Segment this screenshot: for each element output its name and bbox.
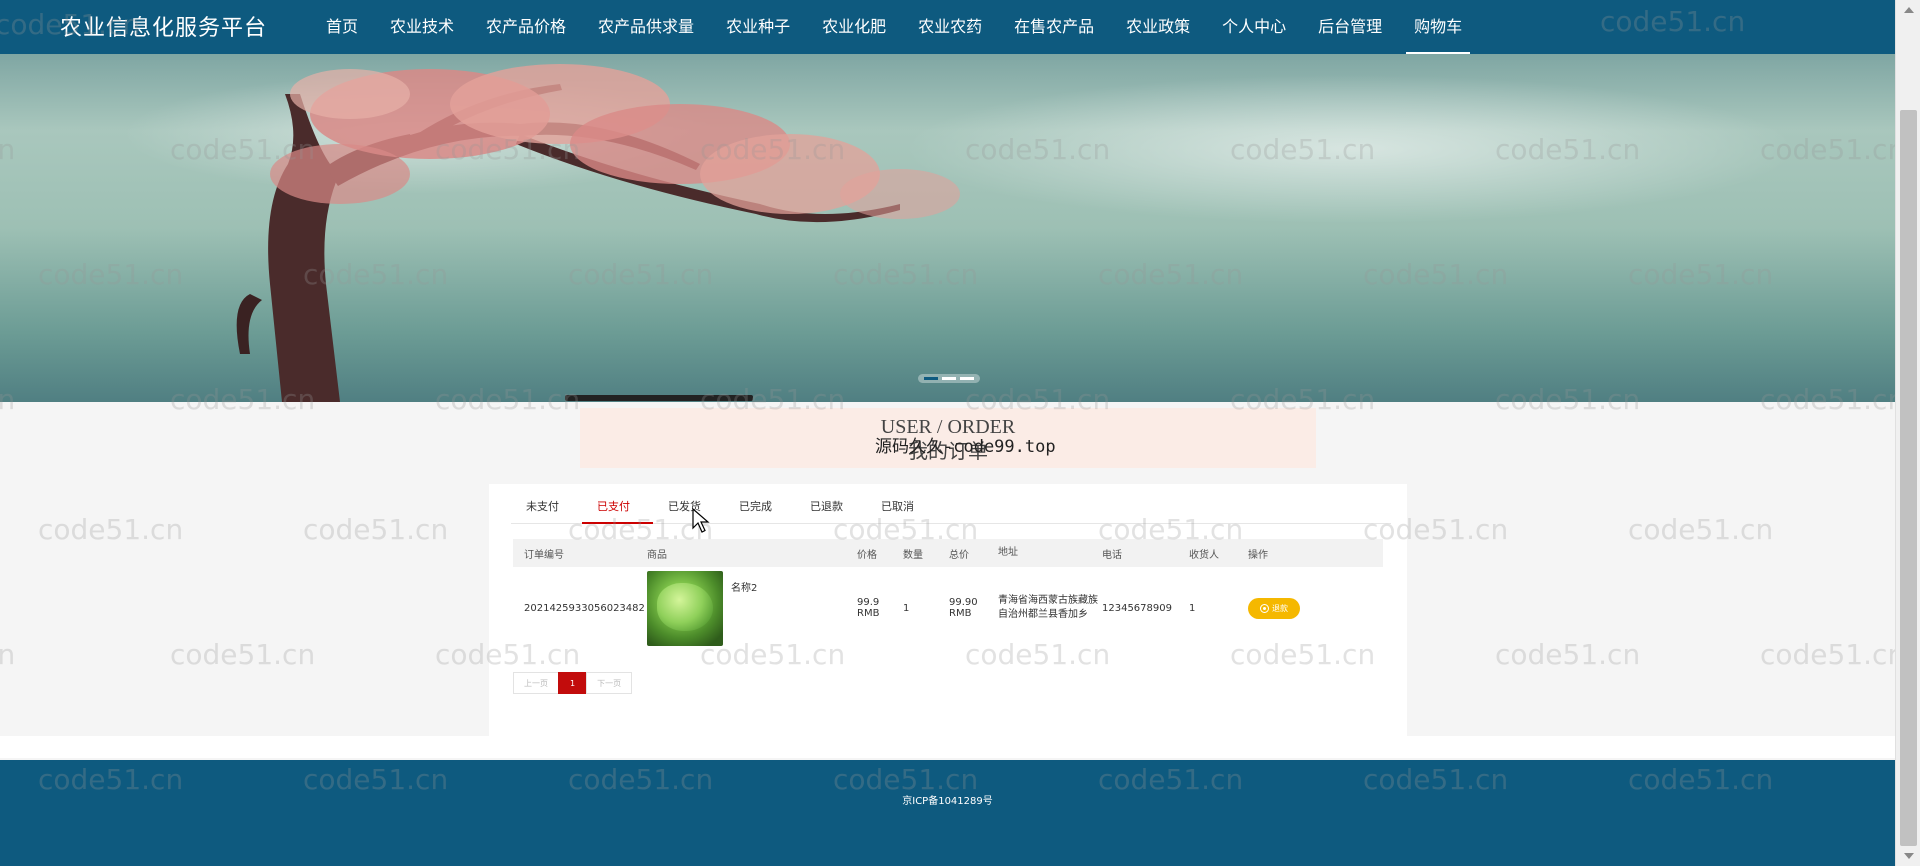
page-number-current[interactable]: 1 [558,672,588,694]
table-header: 订单编号 商品 价格 数量 总价 地址 电话 收货人 操作 [513,539,1383,567]
mouse-cursor-icon [692,508,710,533]
receiver-value: 1 [1189,602,1196,614]
order-panel: 未支付 已支付 已发货 已完成 已退款 已取消 订单编号 商品 价格 数量 总价… [489,484,1407,736]
tree-illustration [236,64,960,402]
scrollbar-thumb[interactable] [1900,110,1917,846]
address-value: 青海省海西蒙古族藏族自治州都兰县香加乡 [998,595,1098,620]
watermark: code51.cn [303,513,449,546]
nav-item-policy[interactable]: 农业政策 [1110,0,1206,54]
nav-item-admin[interactable]: 后台管理 [1302,0,1398,54]
tab-unpaid[interactable]: 未支付 [511,490,582,524]
price-value: 99.9 RMB [857,597,880,619]
action-cell: 退款 [1248,597,1328,619]
refund-button-label: 退款 [1272,603,1288,613]
watermark: code51.cn [1495,638,1641,671]
content-bottom-spacer [0,736,1895,758]
header-phone: 电话 [1102,549,1122,561]
icp-record[interactable]: 京ICP备1041289号 [0,792,1895,807]
nav-item-profile[interactable]: 个人中心 [1206,0,1302,54]
page: 农业信息化服务平台 首页 农业技术 农产品价格 农产品供求量 农业种子 农业化肥… [0,0,1895,866]
nav-item-supply[interactable]: 农产品供求量 [582,0,710,54]
refund-icon [1260,603,1269,613]
nav-menu: 首页 农业技术 农产品价格 农产品供求量 农业种子 农业化肥 农业农药 在售农产… [310,0,1478,54]
tab-cancelled[interactable]: 已取消 [866,490,937,524]
watermark: code51.cn [38,513,184,546]
carousel-dot[interactable] [924,377,938,380]
carousel-dot[interactable] [942,377,956,380]
scroll-down-arrow-icon[interactable] [1896,846,1920,866]
header-action: 操作 [1248,549,1268,561]
nav-item-seeds[interactable]: 农业种子 [710,0,806,54]
refund-button[interactable]: 退款 [1248,597,1300,619]
banner-strip [565,395,753,401]
watermark: code51.cn [170,638,316,671]
table-row: 2021425933056023482 名称2 99.9 RMB 1 99.90… [513,567,1383,649]
tab-shipped[interactable]: 已发货 [653,490,724,524]
phone-value: 12345678909 [1102,602,1172,614]
footer: 京ICP备1041289号 [0,760,1895,866]
order-number: 2021425933056023482 [524,602,645,614]
scroll-up-arrow-icon[interactable] [1896,0,1920,20]
overlay-watermark-text: 源码久久-code99.top [875,437,1056,457]
total-value: 99.90 RMB [949,597,978,619]
header-total: 总价 [949,549,969,561]
header-receiver: 收货人 [1189,549,1219,561]
header-quantity: 数量 [903,549,923,561]
banner-carousel[interactable] [0,54,1895,402]
vertical-scrollbar[interactable] [1895,0,1920,866]
nav-item-products[interactable]: 在售农产品 [998,0,1110,54]
tab-paid[interactable]: 已支付 [582,490,653,524]
watermark: code51.cn [0,638,16,671]
tab-completed[interactable]: 已完成 [724,490,795,524]
nav-item-pesticide[interactable]: 农业农药 [902,0,998,54]
tab-refunded[interactable]: 已退款 [795,490,866,524]
site-brand[interactable]: 农业信息化服务平台 [60,10,267,42]
top-navigation: 农业信息化服务平台 首页 农业技术 农产品价格 农产品供求量 农业种子 农业化肥… [0,0,1895,54]
watermark: code51.cn [1760,638,1895,671]
order-status-tabs: 未支付 已支付 已发货 已完成 已退款 已取消 [511,490,1391,524]
next-page-button[interactable]: 下一页 [586,672,633,694]
quantity-value: 1 [903,602,910,614]
nav-item-fertilizer[interactable]: 农业化肥 [806,0,902,54]
product-cell: 名称2 [647,570,857,646]
nav-item-tech[interactable]: 农业技术 [374,0,470,54]
prev-page-button[interactable]: 上一页 [513,672,559,694]
header-product: 商品 [647,549,667,561]
pagination: 上一页 1 下一页 [513,672,633,694]
order-table: 订单编号 商品 价格 数量 总价 地址 电话 收货人 操作 2021425933… [513,539,1383,649]
nav-item-cart[interactable]: 购物车 [1398,0,1478,54]
header-address: 地址 [998,547,1018,558]
product-name: 名称2 [731,582,758,594]
watermark: code51.cn [1628,513,1774,546]
nav-item-home[interactable]: 首页 [310,0,374,54]
header-order-no: 订单编号 [524,549,564,561]
carousel-dot[interactable] [960,377,974,380]
carousel-indicators [918,374,980,383]
nav-item-price[interactable]: 农产品价格 [470,0,582,54]
header-price: 价格 [857,549,877,561]
product-image[interactable] [647,570,723,646]
